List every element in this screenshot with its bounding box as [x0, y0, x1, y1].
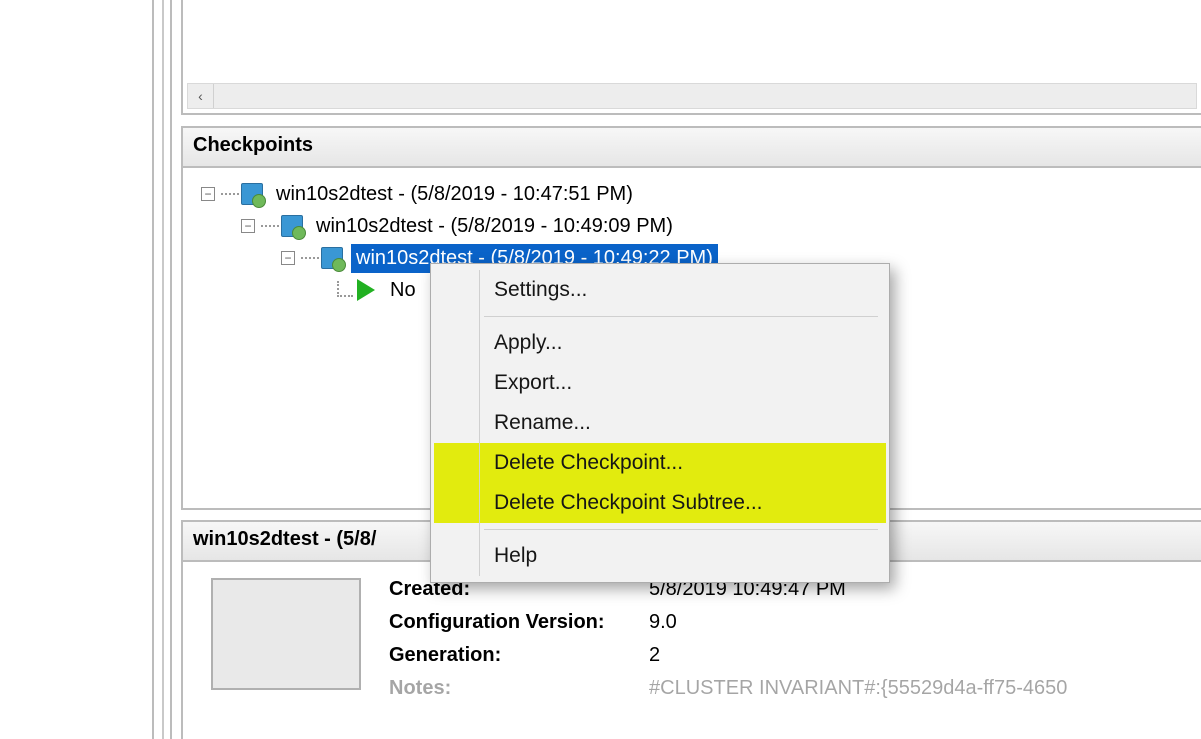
menu-delete-checkpoint[interactable]: Delete Checkpoint... — [434, 443, 886, 483]
prop-notes-value: #CLUSTER INVARIANT#:{55529d4a-ff75-4650 — [649, 677, 1067, 700]
prop-generation-label: Generation: — [389, 644, 649, 667]
play-icon — [357, 279, 375, 301]
vertical-splitter[interactable] — [152, 0, 172, 739]
details-body: Created: 5/8/2019 10:49:47 PM Configurat… — [183, 562, 1201, 710]
tree-connector — [301, 257, 319, 259]
menu-separator — [484, 529, 878, 530]
menu-gutter — [479, 270, 480, 576]
prop-notes-label: Notes: — [389, 677, 649, 700]
menu-apply[interactable]: Apply... — [434, 323, 886, 363]
checkpoint-context-menu: Settings... Apply... Export... Rename...… — [430, 263, 890, 583]
prop-generation-value: 2 — [649, 644, 660, 667]
collapse-icon[interactable]: − — [201, 187, 215, 201]
checkpoint-icon — [321, 247, 343, 269]
collapse-icon[interactable]: − — [241, 219, 255, 233]
tree-connector — [337, 281, 353, 297]
checkpoint-icon — [241, 183, 263, 205]
collapse-icon[interactable]: − — [281, 251, 295, 265]
menu-settings[interactable]: Settings... — [434, 270, 886, 310]
checkpoint-row[interactable]: − win10s2dtest - (5/8/2019 - 10:47:51 PM… — [201, 178, 1193, 210]
prop-config-version: Configuration Version: 9.0 — [389, 611, 1067, 634]
prop-config-version-label: Configuration Version: — [389, 611, 649, 634]
tree-connector — [221, 193, 239, 195]
checkpoint-properties: Created: 5/8/2019 10:49:47 PM Configurat… — [389, 578, 1067, 710]
menu-export[interactable]: Export... — [434, 363, 886, 403]
horizontal-scrollbar[interactable]: ‹ — [187, 83, 1197, 109]
checkpoint-icon — [281, 215, 303, 237]
checkpoint-label: win10s2dtest - (5/8/2019 - 10:47:51 PM) — [271, 180, 638, 209]
tree-connector — [261, 225, 279, 227]
scroll-left-arrow-icon[interactable]: ‹ — [188, 84, 214, 108]
checkpoint-thumbnail — [211, 578, 361, 690]
checkpoint-label: win10s2dtest - (5/8/2019 - 10:49:09 PM) — [311, 212, 678, 241]
checkpoint-row[interactable]: − win10s2dtest - (5/8/2019 - 10:49:09 PM… — [201, 210, 1193, 242]
menu-help[interactable]: Help — [434, 536, 886, 576]
prop-config-version-value: 9.0 — [649, 611, 677, 634]
menu-rename[interactable]: Rename... — [434, 403, 886, 443]
now-label: No — [385, 276, 421, 305]
menu-delete-checkpoint-subtree[interactable]: Delete Checkpoint Subtree... — [434, 483, 886, 523]
prop-generation: Generation: 2 — [389, 644, 1067, 667]
upper-panel: ‹ — [181, 0, 1201, 115]
prop-notes: Notes: #CLUSTER INVARIANT#:{55529d4a-ff7… — [389, 677, 1067, 700]
checkpoints-panel-title: Checkpoints — [183, 128, 1201, 168]
menu-separator — [484, 316, 878, 317]
